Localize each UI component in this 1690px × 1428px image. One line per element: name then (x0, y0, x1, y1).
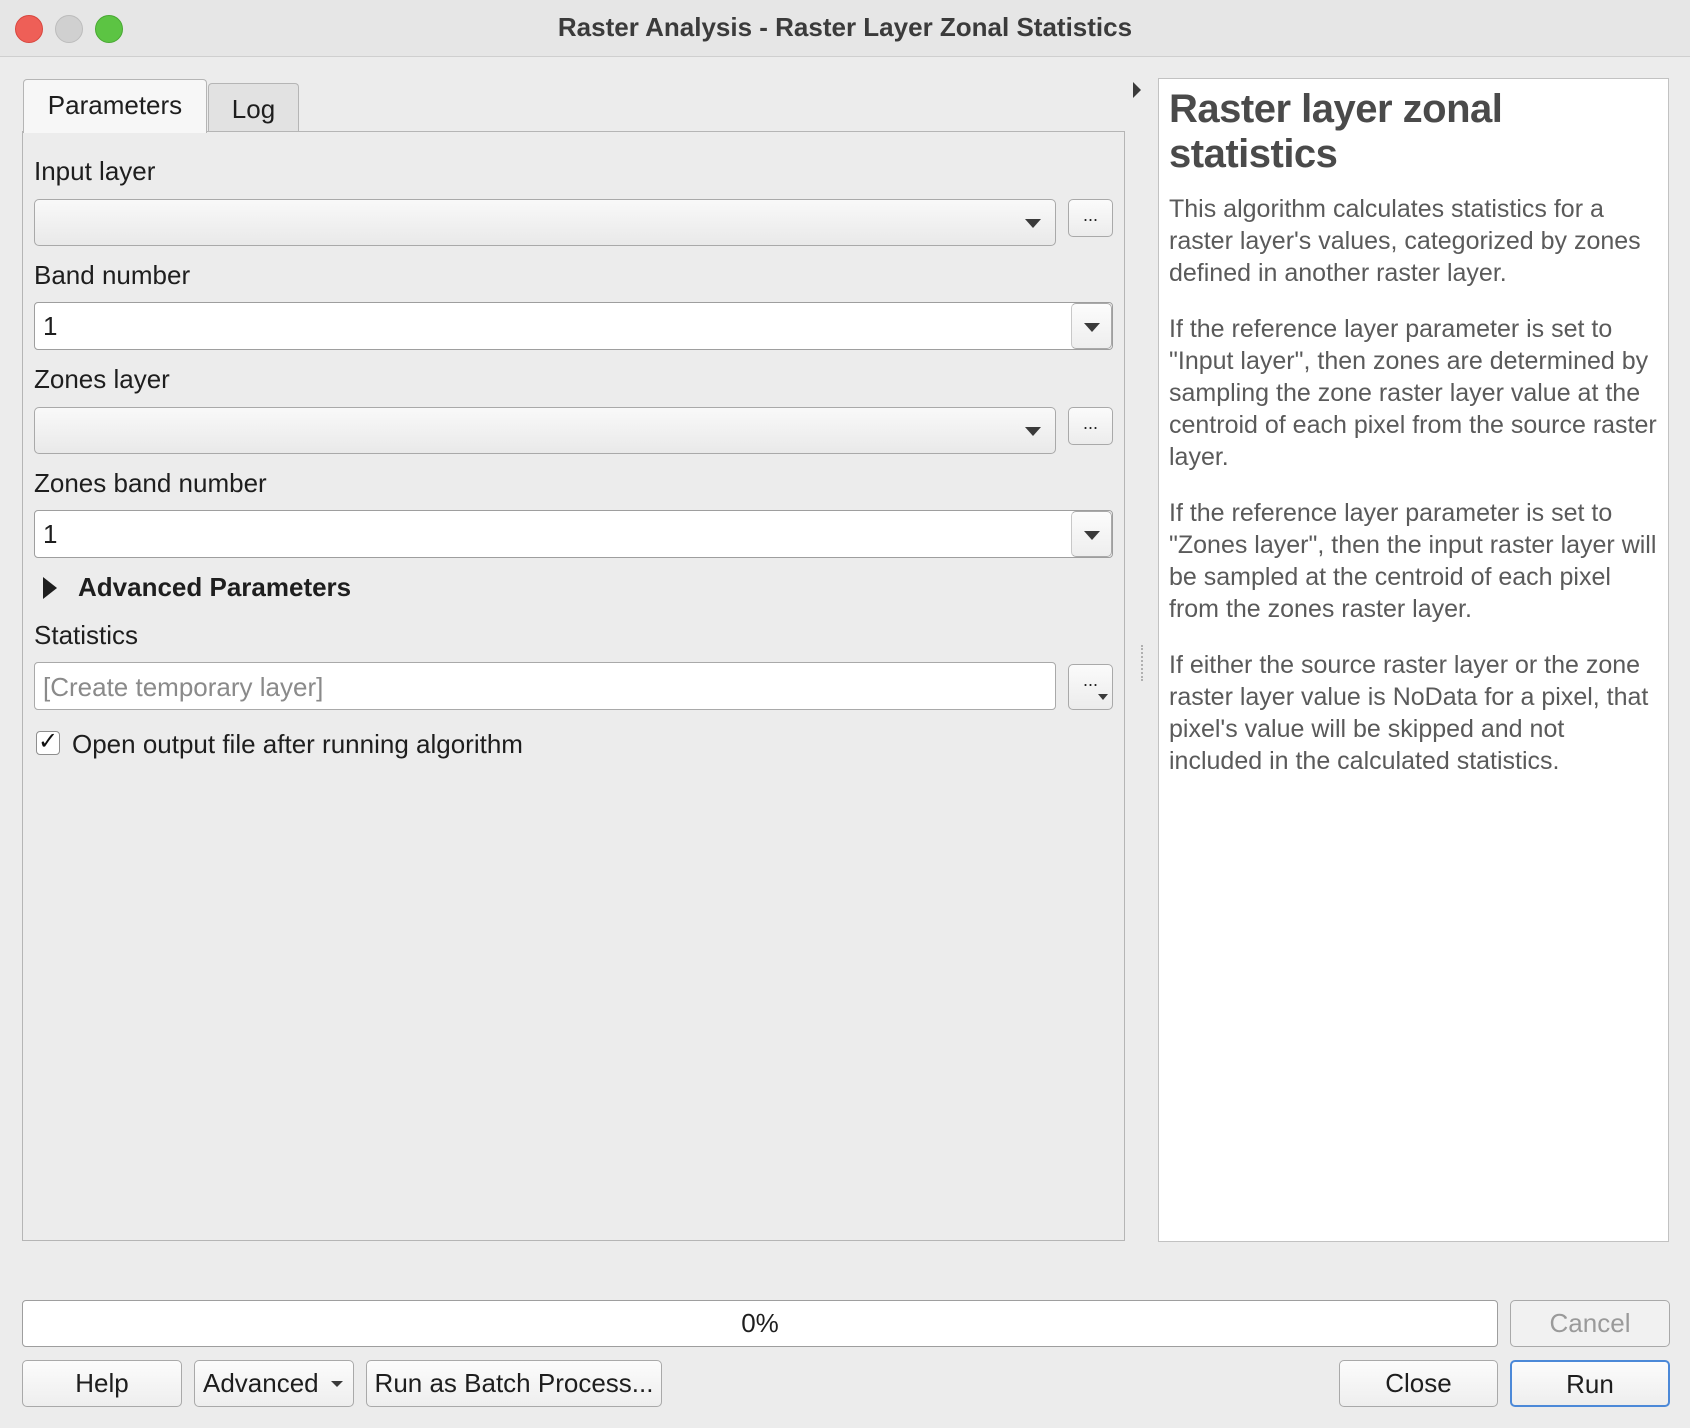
zones-band-label: Zones band number (34, 468, 267, 498)
statistics-browse-label: ... (1082, 670, 1098, 690)
zones-layer-browse-button[interactable]: ... (1068, 407, 1113, 445)
advanced-button-label: Advanced (203, 1368, 319, 1398)
help-title: Raster layer zonal statistics (1169, 87, 1503, 176)
input-layer-label: Input layer (34, 156, 156, 186)
cancel-button[interactable]: Cancel (1510, 1300, 1670, 1347)
statistics-browse-button[interactable]: ... (1068, 664, 1113, 710)
dialog-window: Raster Analysis - Raster Layer Zonal Sta… (0, 0, 1690, 1428)
band-number-label: Band number (34, 260, 191, 290)
band-number-dropdown-button[interactable] (1071, 303, 1112, 349)
zones-layer-combobox[interactable] (34, 407, 1056, 454)
window-title: Raster Analysis - Raster Layer Zonal Sta… (557, 12, 1133, 42)
help-paragraph: If the reference layer parameter is set … (1169, 315, 1657, 471)
chevron-down-icon (1025, 427, 1041, 436)
advanced-button[interactable]: Advanced (194, 1360, 354, 1407)
open-output-checkbox[interactable]: ✓ (36, 730, 60, 755)
zones-band-dropdown-button[interactable] (1071, 511, 1112, 557)
chevron-down-icon (1098, 694, 1108, 700)
chevron-down-icon (331, 1381, 343, 1387)
statistics-output-field[interactable]: [Create temporary layer] (34, 662, 1056, 710)
open-output-label[interactable]: Open output file after running algorithm (72, 729, 523, 760)
help-paragraph: If either the source raster layer or the… (1169, 651, 1649, 775)
advanced-parameters-toggle[interactable]: Advanced Parameters (78, 572, 351, 603)
chevron-down-icon (1084, 531, 1100, 540)
help-button[interactable]: Help (22, 1360, 182, 1407)
statistics-label: Statistics (34, 620, 139, 650)
triangle-right-icon[interactable] (43, 577, 57, 599)
splitter-handle[interactable] (1141, 645, 1145, 681)
progress-bar: 0% (22, 1300, 1498, 1347)
title-bar: Raster Analysis - Raster Layer Zonal Sta… (0, 0, 1690, 57)
input-layer-browse-button[interactable]: ... (1068, 199, 1113, 237)
input-layer-combobox[interactable] (34, 199, 1056, 246)
zones-layer-label: Zones layer (34, 364, 170, 394)
tab-log[interactable]: Log (208, 83, 299, 131)
help-paragraph: If the reference layer parameter is set … (1169, 499, 1657, 623)
statistics-placeholder: [Create temporary layer] (43, 672, 324, 702)
run-button[interactable]: Run (1510, 1360, 1670, 1407)
zones-band-combobox[interactable]: 1 (34, 510, 1113, 558)
close-button[interactable]: Close (1339, 1360, 1498, 1407)
tab-parameters[interactable]: Parameters (23, 79, 207, 133)
band-number-value: 1 (43, 311, 58, 341)
band-number-combobox[interactable]: 1 (34, 302, 1113, 350)
help-panel: Raster layer zonal statistics This algor… (1158, 78, 1669, 1242)
help-paragraph: This algorithm calculates statistics for… (1169, 195, 1641, 287)
zones-band-value: 1 (43, 519, 58, 549)
run-batch-button[interactable]: Run as Batch Process... (366, 1360, 662, 1407)
chevron-right-icon[interactable] (1133, 82, 1141, 98)
chevron-down-icon (1084, 323, 1100, 332)
chevron-down-icon (1025, 219, 1041, 228)
